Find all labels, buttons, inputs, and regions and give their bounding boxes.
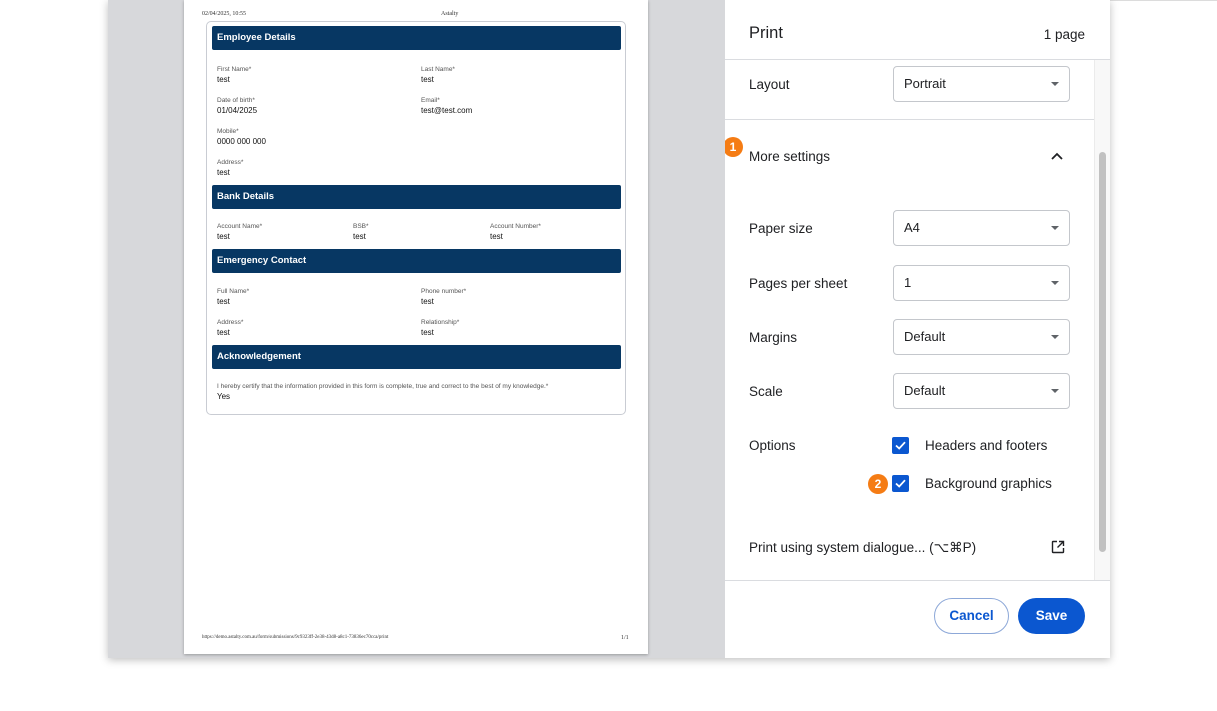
pages-per-sheet-label: Pages per sheet <box>749 276 848 291</box>
pages-per-sheet-select[interactable]: 1 <box>893 265 1070 301</box>
field-value: test <box>353 232 366 241</box>
paper-size-label: Paper size <box>749 221 813 236</box>
field-value: test <box>490 232 503 241</box>
form-card: Employee Details First Name* test Last N… <box>206 21 626 415</box>
settings-scroll-area[interactable]: Layout Portrait 1 More settings Paper si… <box>725 60 1094 580</box>
field-value: test <box>217 232 230 241</box>
background-graphics-label[interactable]: Background graphics <box>925 476 1052 491</box>
field-value: test@test.com <box>421 106 473 115</box>
field-label: BSB* <box>353 223 369 230</box>
page-count: 1 page <box>1043 27 1085 42</box>
margins-label: Margins <box>749 330 798 345</box>
field-value: test <box>421 328 434 337</box>
layout-label: Layout <box>749 77 790 92</box>
headers-footers-checkbox[interactable] <box>892 437 909 454</box>
save-button[interactable]: Save <box>1018 598 1085 634</box>
cancel-button[interactable]: Cancel <box>934 598 1009 634</box>
options-label: Options <box>749 438 796 453</box>
checkmark-icon <box>895 441 906 450</box>
field-label: I hereby certify that the information pr… <box>217 383 549 390</box>
field-relationship: Relationship* test <box>421 318 459 338</box>
paper-size-select[interactable]: A4 <box>893 210 1070 246</box>
field-label: Account Name* <box>217 223 263 230</box>
field-dob: Date of birth* 01/04/2025 <box>217 96 257 116</box>
scale-label: Scale <box>749 384 783 399</box>
dropdown-caret-icon <box>1051 226 1059 230</box>
chevron-up-icon[interactable] <box>1051 152 1063 160</box>
field-account-number: Account Number* test <box>490 222 541 242</box>
layout-select[interactable]: Portrait <box>893 66 1070 102</box>
field-label: Full Name* <box>217 288 250 295</box>
field-last-name: Last Name* test <box>421 65 455 85</box>
preview-page: 02/04/2025, 10:55 Astalty Employee Detai… <box>184 0 648 654</box>
scale-select[interactable]: Default <box>893 373 1070 409</box>
field-value: test <box>421 75 434 84</box>
layout-value: Portrait <box>904 76 946 91</box>
background-graphics-checkbox[interactable] <box>892 475 909 492</box>
step-badge-1: 1 <box>725 137 743 157</box>
field-address: Address* test <box>217 158 243 178</box>
field-label: Email* <box>421 97 440 104</box>
section-header-acknowledgement: Acknowledgement <box>212 345 621 369</box>
margins-select[interactable]: Default <box>893 319 1070 355</box>
field-value: 0000 000 000 <box>217 137 266 146</box>
field-value: test <box>217 168 230 177</box>
dropdown-caret-icon <box>1051 335 1059 339</box>
section-divider <box>725 119 1094 120</box>
section-header-bank: Bank Details <box>212 185 621 209</box>
page-footer-url: https://demo.astalty.com.au/form/submiss… <box>202 635 389 640</box>
headers-footers-label[interactable]: Headers and footers <box>925 438 1047 453</box>
field-value: test <box>217 297 230 306</box>
field-full-name: Full Name* test <box>217 287 249 307</box>
field-certification: I hereby certify that the information pr… <box>217 382 617 402</box>
field-value: test <box>421 297 434 306</box>
field-value: test <box>217 328 230 337</box>
footer-divider <box>725 580 1110 581</box>
print-title: Print <box>749 24 783 42</box>
field-account-name: Account Name* test <box>217 222 262 242</box>
field-first-name: First Name* test <box>217 65 251 85</box>
checkmark-icon <box>895 479 906 488</box>
field-value: test <box>217 75 230 84</box>
page-header-date: 02/04/2025, 10:55 <box>202 11 247 17</box>
field-label: Account Number* <box>490 223 541 230</box>
dropdown-caret-icon <box>1051 389 1059 393</box>
field-label: Phone number* <box>421 288 467 295</box>
field-phone: Phone number* test <box>421 287 466 307</box>
dropdown-caret-icon <box>1051 281 1059 285</box>
print-preview-area: 02/04/2025, 10:55 Astalty Employee Detai… <box>108 0 725 658</box>
scale-value: Default <box>904 383 946 398</box>
step-badge-2: 2 <box>868 474 888 494</box>
field-bsb: BSB* test <box>353 222 369 242</box>
print-settings-panel: Print 1 page Layout Portrait 1 More sett… <box>725 0 1110 658</box>
field-label: Relationship* <box>421 319 460 326</box>
dropdown-caret-icon <box>1051 82 1059 86</box>
field-value: Yes <box>217 392 231 401</box>
field-label: Last Name* <box>421 66 455 73</box>
field-label: Address* <box>217 159 244 166</box>
margins-value: Default <box>904 329 946 344</box>
field-label: Date of birth* <box>217 97 255 104</box>
section-header-emergency: Emergency Contact <box>212 249 621 273</box>
paper-size-value: A4 <box>904 220 920 235</box>
page-footer-number: 1/1 <box>621 635 629 641</box>
field-value: 01/04/2025 <box>217 106 258 115</box>
page-header-title: Astalty <box>441 11 459 17</box>
field-email: Email* test@test.com <box>421 96 472 116</box>
print-dialog: 02/04/2025, 10:55 Astalty Employee Detai… <box>108 0 1110 658</box>
window-top-edge <box>1110 0 1217 1</box>
open-in-new-icon[interactable] <box>1051 540 1065 554</box>
section-header-employee: Employee Details <box>212 26 621 50</box>
scrollbar-thumb[interactable] <box>1099 152 1106 552</box>
field-label: Mobile* <box>217 128 239 135</box>
field-label: First Name* <box>217 66 252 73</box>
field-label: Address* <box>217 319 244 326</box>
field-emergency-address: Address* test <box>217 318 243 338</box>
settings-scrollbar[interactable] <box>1094 60 1110 580</box>
system-dialog-link[interactable]: Print using system dialogue... (⌥⌘P) <box>749 540 976 556</box>
pages-per-sheet-value: 1 <box>904 275 912 290</box>
field-mobile: Mobile* 0000 000 000 <box>217 127 266 147</box>
more-settings-toggle[interactable]: More settings <box>749 149 830 164</box>
